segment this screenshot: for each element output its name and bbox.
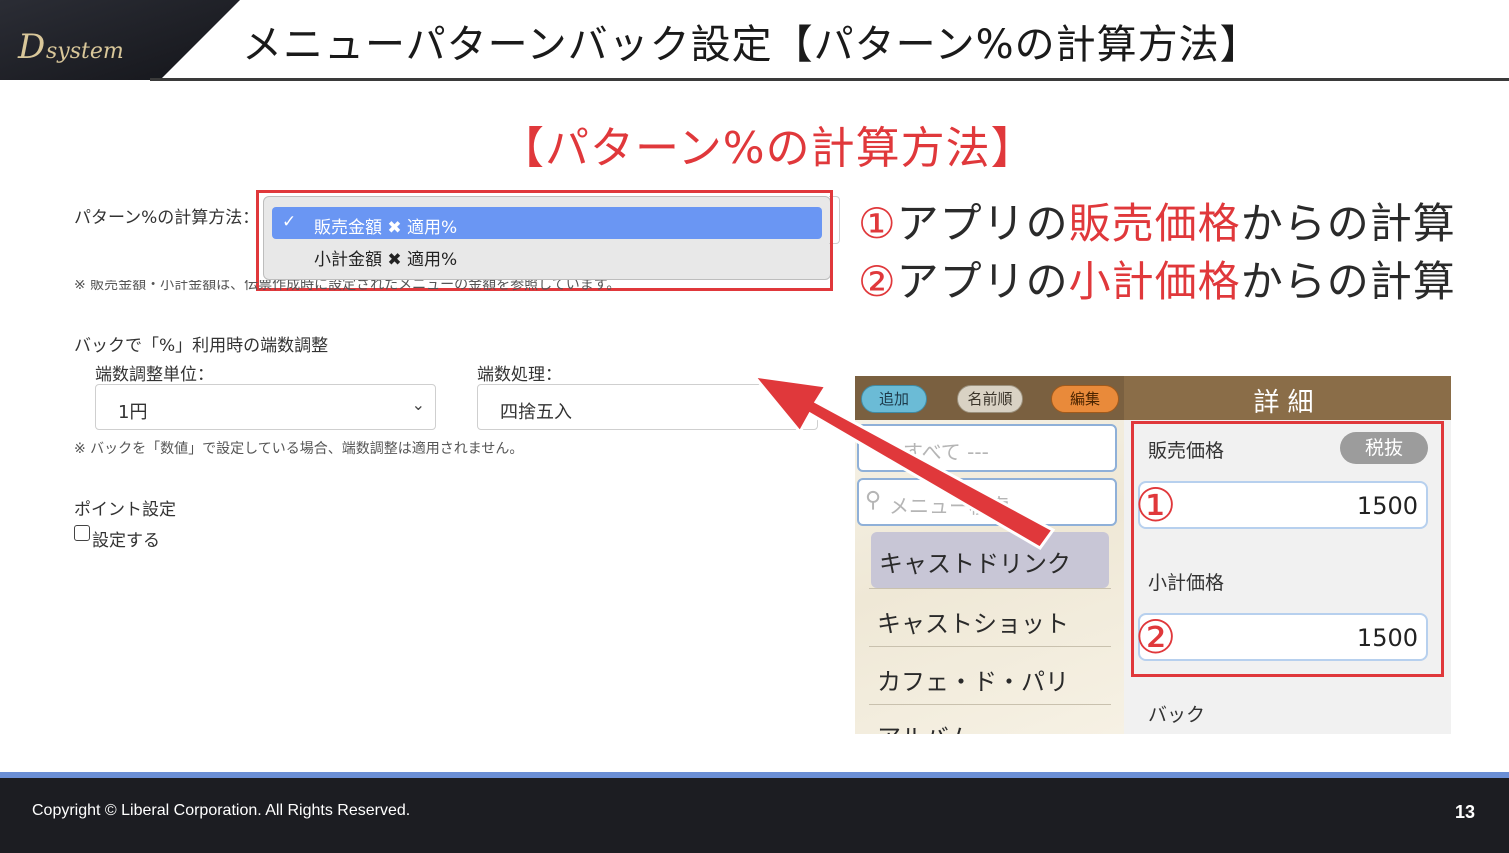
point-checkbox[interactable] <box>74 525 90 541</box>
divider <box>869 646 1111 647</box>
svg-text:system: system <box>46 39 124 64</box>
page-number: 13 <box>1455 802 1476 822</box>
highlight-frame <box>256 190 833 291</box>
divider <box>869 704 1111 705</box>
detail-header: 詳細 <box>1124 376 1451 420</box>
category-item[interactable]: カフェ・ド・パリ <box>877 662 1117 697</box>
price-highlight-frame <box>1131 421 1444 677</box>
chevron-down-icon: ⌄ <box>411 395 425 414</box>
back-label: バック <box>1148 704 1206 726</box>
annotation-2: ②アプリの小計価格からの計算 <box>858 257 1456 306</box>
copyright-text: Copyright © Liberal Corporation. All Rig… <box>32 802 411 819</box>
section-title: 【パターン%の計算方法】 <box>500 123 1036 174</box>
footer: Copyright © Liberal Corporation. All Rig… <box>0 778 1509 853</box>
point-section-label: ポイント設定 <box>74 500 176 520</box>
logo: D system <box>0 0 240 80</box>
note-rounding: ※ バックを「数値」で設定している場合、端数調整は適用されません。 <box>74 441 524 457</box>
category-item[interactable]: アルバム <box>877 718 1117 734</box>
arrow-icon <box>750 373 1056 550</box>
point-checkbox-label: 設定する <box>92 531 160 551</box>
rounding-unit-select[interactable]: 1円 ⌄ <box>95 384 436 430</box>
calc-method-label: パターン%の計算方法： <box>74 208 260 228</box>
svg-text:D: D <box>17 27 45 67</box>
rounding-unit-label: 端数調整単位： <box>95 365 214 385</box>
divider <box>869 588 1111 589</box>
rounding-process-label: 端数処理： <box>477 365 562 385</box>
category-item[interactable]: キャストショット <box>877 604 1117 639</box>
detail-title: 詳細 <box>1253 388 1322 418</box>
rounding-section-label: バックで「%」利用時の端数調整 <box>74 336 329 356</box>
header-divider <box>150 78 1509 81</box>
page-title: メニューパターンバック設定【パターン%の計算方法】 <box>242 22 1261 68</box>
annotation-1: ①アプリの販売価格からの計算 <box>858 199 1456 248</box>
